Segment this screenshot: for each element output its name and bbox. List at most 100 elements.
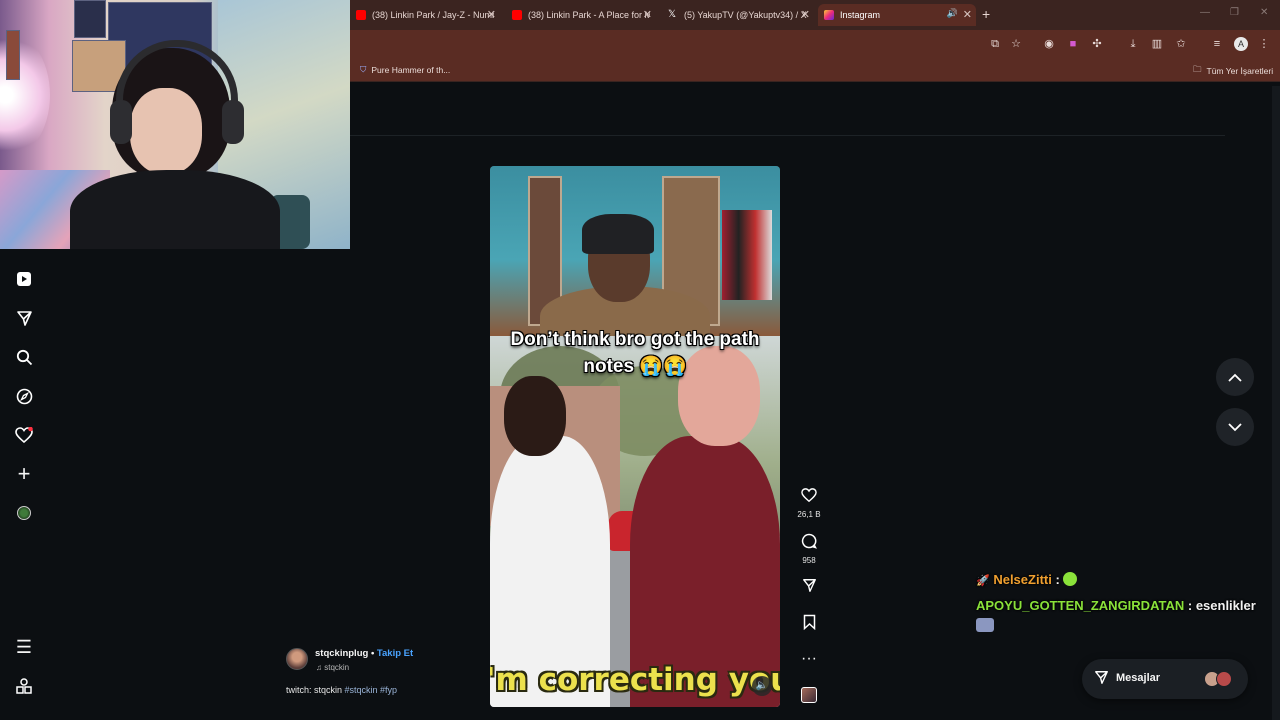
emote-icon — [976, 618, 994, 632]
close-icon[interactable]: ✕ — [801, 8, 810, 21]
download-icon[interactable]: ⤓ — [1126, 37, 1140, 51]
person-head — [504, 376, 566, 456]
close-icon[interactable]: ✕ — [963, 8, 972, 21]
side-panel-icon[interactable]: ▥ — [1150, 37, 1164, 51]
bookmark-item[interactable]: ⛉ Pure Hammer of th... — [360, 64, 450, 75]
extension-icon[interactable]: ■ — [1066, 37, 1080, 51]
x-icon: 𝕏 — [668, 9, 677, 20]
new-tab-button[interactable]: + — [982, 6, 990, 22]
tab-instagram[interactable]: Instagram 🔊 ✕ — [818, 4, 976, 26]
tab-bar: (38) Linkin Park / Jay-Z - Numb ✕ (38) L… — [350, 0, 1280, 30]
instagram-icon — [824, 10, 834, 20]
chat-username: NelseZitti — [993, 572, 1052, 587]
threads-apps-icon[interactable] — [14, 676, 34, 696]
create-plus-icon[interactable]: + — [14, 461, 34, 486]
more-options-button[interactable]: ··· — [796, 650, 822, 668]
close-icon[interactable]: ✕ — [487, 8, 496, 21]
chat-username: APOYU_GOTTEN_ZANGIRDATAN — [976, 598, 1185, 613]
maximize-button[interactable]: ❐ — [1230, 7, 1239, 18]
extension-icon[interactable]: ◉ — [1042, 37, 1056, 51]
speaker-icon[interactable]: 🔊 — [947, 8, 958, 19]
bookmark-label: Pure Hammer of th... — [371, 64, 451, 75]
more-menu-icon[interactable]: ☰ — [14, 637, 34, 657]
emote-icon — [1063, 572, 1078, 586]
previous-reel-button[interactable] — [1216, 358, 1254, 396]
caption-text: twitch: stqckin — [286, 685, 345, 695]
post-caption: twitch: stqckin #stqckin #fyp — [286, 685, 397, 695]
audio-line[interactable]: ♫ stqckin — [316, 663, 349, 672]
tab-yakuptv[interactable]: 𝕏 (5) YakupTV (@Yakuptv34) / X ✕ — [662, 4, 814, 26]
minimize-button[interactable]: — — [1200, 7, 1210, 18]
poster — [74, 0, 106, 38]
audio-thumbnail[interactable] — [801, 687, 817, 703]
media-control-icon[interactable]: ≡ — [1210, 37, 1224, 51]
youtube-icon — [512, 10, 522, 20]
video-caption-bottom: 'm correcting you — [490, 662, 780, 698]
all-bookmarks-button[interactable]: 🗀 Tüm Yer İşaretleri — [1193, 64, 1273, 78]
mute-toggle-icon[interactable]: 🔈 — [752, 676, 772, 696]
shield-icon: ⛉ — [360, 64, 367, 74]
chat-text: esenlikler — [1192, 598, 1256, 613]
hashtag-links[interactable]: #stqckin #fyp — [345, 685, 398, 695]
bookmark-icon — [796, 614, 822, 635]
poster — [6, 30, 20, 80]
messages-button[interactable]: Mesajlar — [1082, 659, 1248, 699]
send-icon — [1094, 670, 1109, 688]
install-app-icon[interactable]: ⧉ — [988, 37, 1002, 51]
more-dots-icon: ··· — [801, 650, 817, 667]
webcam-overlay — [0, 0, 350, 249]
headset-ear-cup — [110, 100, 132, 144]
bookmark-star-icon[interactable]: ☆ — [1009, 37, 1023, 51]
headset-ear-cup — [222, 100, 244, 144]
comment-count: 958 — [802, 556, 816, 565]
save-button[interactable] — [796, 614, 822, 635]
notifications-heart-icon[interactable] — [14, 425, 34, 445]
author-avatar[interactable] — [286, 648, 308, 670]
tab-label: (38) Linkin Park / Jay-Z - Numb — [372, 10, 494, 20]
reels-icon[interactable] — [14, 269, 34, 289]
favorites-icon[interactable]: ✩ — [1174, 37, 1188, 51]
explore-icon[interactable] — [14, 386, 34, 406]
toolbar: ⧉ ☆ ◉ ■ ✣ ⤓ ▥ ✩ ≡ A ⋮ — [350, 30, 1280, 58]
profile-avatar[interactable] — [14, 503, 34, 523]
like-button[interactable]: 26,1 B — [796, 488, 822, 519]
tab-label: (38) Linkin Park - A Place for My — [528, 10, 650, 20]
durag — [582, 214, 654, 254]
header-divider — [350, 135, 1225, 136]
share-button[interactable] — [796, 578, 822, 598]
messages-label: Mesajlar — [1116, 672, 1161, 684]
next-reel-button[interactable] — [1216, 408, 1254, 446]
chevron-down-icon — [1228, 422, 1242, 431]
menu-dots-icon[interactable]: ⋮ — [1257, 37, 1271, 51]
window-close-button[interactable]: ✕ — [1260, 7, 1268, 18]
video-scene-room — [490, 166, 780, 346]
like-count: 26,1 B — [797, 510, 821, 519]
chevron-up-icon — [1228, 373, 1242, 382]
clothes-rack — [722, 210, 772, 300]
rocket-badge-icon: 🚀 — [976, 575, 990, 587]
chat-message: 🚀 NelseZitti : — [976, 572, 1078, 587]
heart-icon — [796, 488, 822, 508]
author-username[interactable]: stqckinplug — [315, 648, 368, 659]
search-icon[interactable] — [14, 347, 34, 367]
chat-message: APOYU_GOTTEN_ZANGIRDATAN : esenlikler — [976, 598, 1256, 613]
tab-linkin-park-a-place[interactable]: (38) Linkin Park - A Place for My ✕ — [506, 4, 656, 26]
tab-linkin-park-numb[interactable]: (38) Linkin Park / Jay-Z - Numb ✕ — [350, 4, 500, 26]
send-icon[interactable] — [14, 308, 34, 328]
page-scrollbar[interactable] — [1272, 86, 1280, 720]
streamer-shirt — [70, 170, 280, 249]
folder-icon: 🗀 — [1193, 64, 1202, 74]
puzzle-icon[interactable]: ✣ — [1090, 37, 1104, 51]
comment-button[interactable]: 958 — [796, 533, 822, 565]
send-icon — [796, 578, 822, 598]
profile-avatar-icon[interactable]: A — [1234, 37, 1248, 51]
youtube-icon — [356, 10, 366, 20]
reel-video[interactable]: Don’t think bro got the path notes 😭😭 'm… — [490, 166, 780, 707]
close-icon[interactable]: ✕ — [643, 8, 652, 21]
chat-separator: : — [1184, 598, 1193, 613]
video-caption-top: Don’t think bro got the path notes 😭😭 — [510, 329, 760, 377]
screen: (38) Linkin Park / Jay-Z - Numb ✕ (38) L… — [0, 0, 1280, 720]
separator: • — [368, 648, 377, 659]
bookmarks-bar: ⛉ Pure Hammer of th... 🗀 Tüm Yer İşaretl… — [350, 58, 1280, 82]
follow-button[interactable]: Takip Et — [377, 648, 413, 659]
